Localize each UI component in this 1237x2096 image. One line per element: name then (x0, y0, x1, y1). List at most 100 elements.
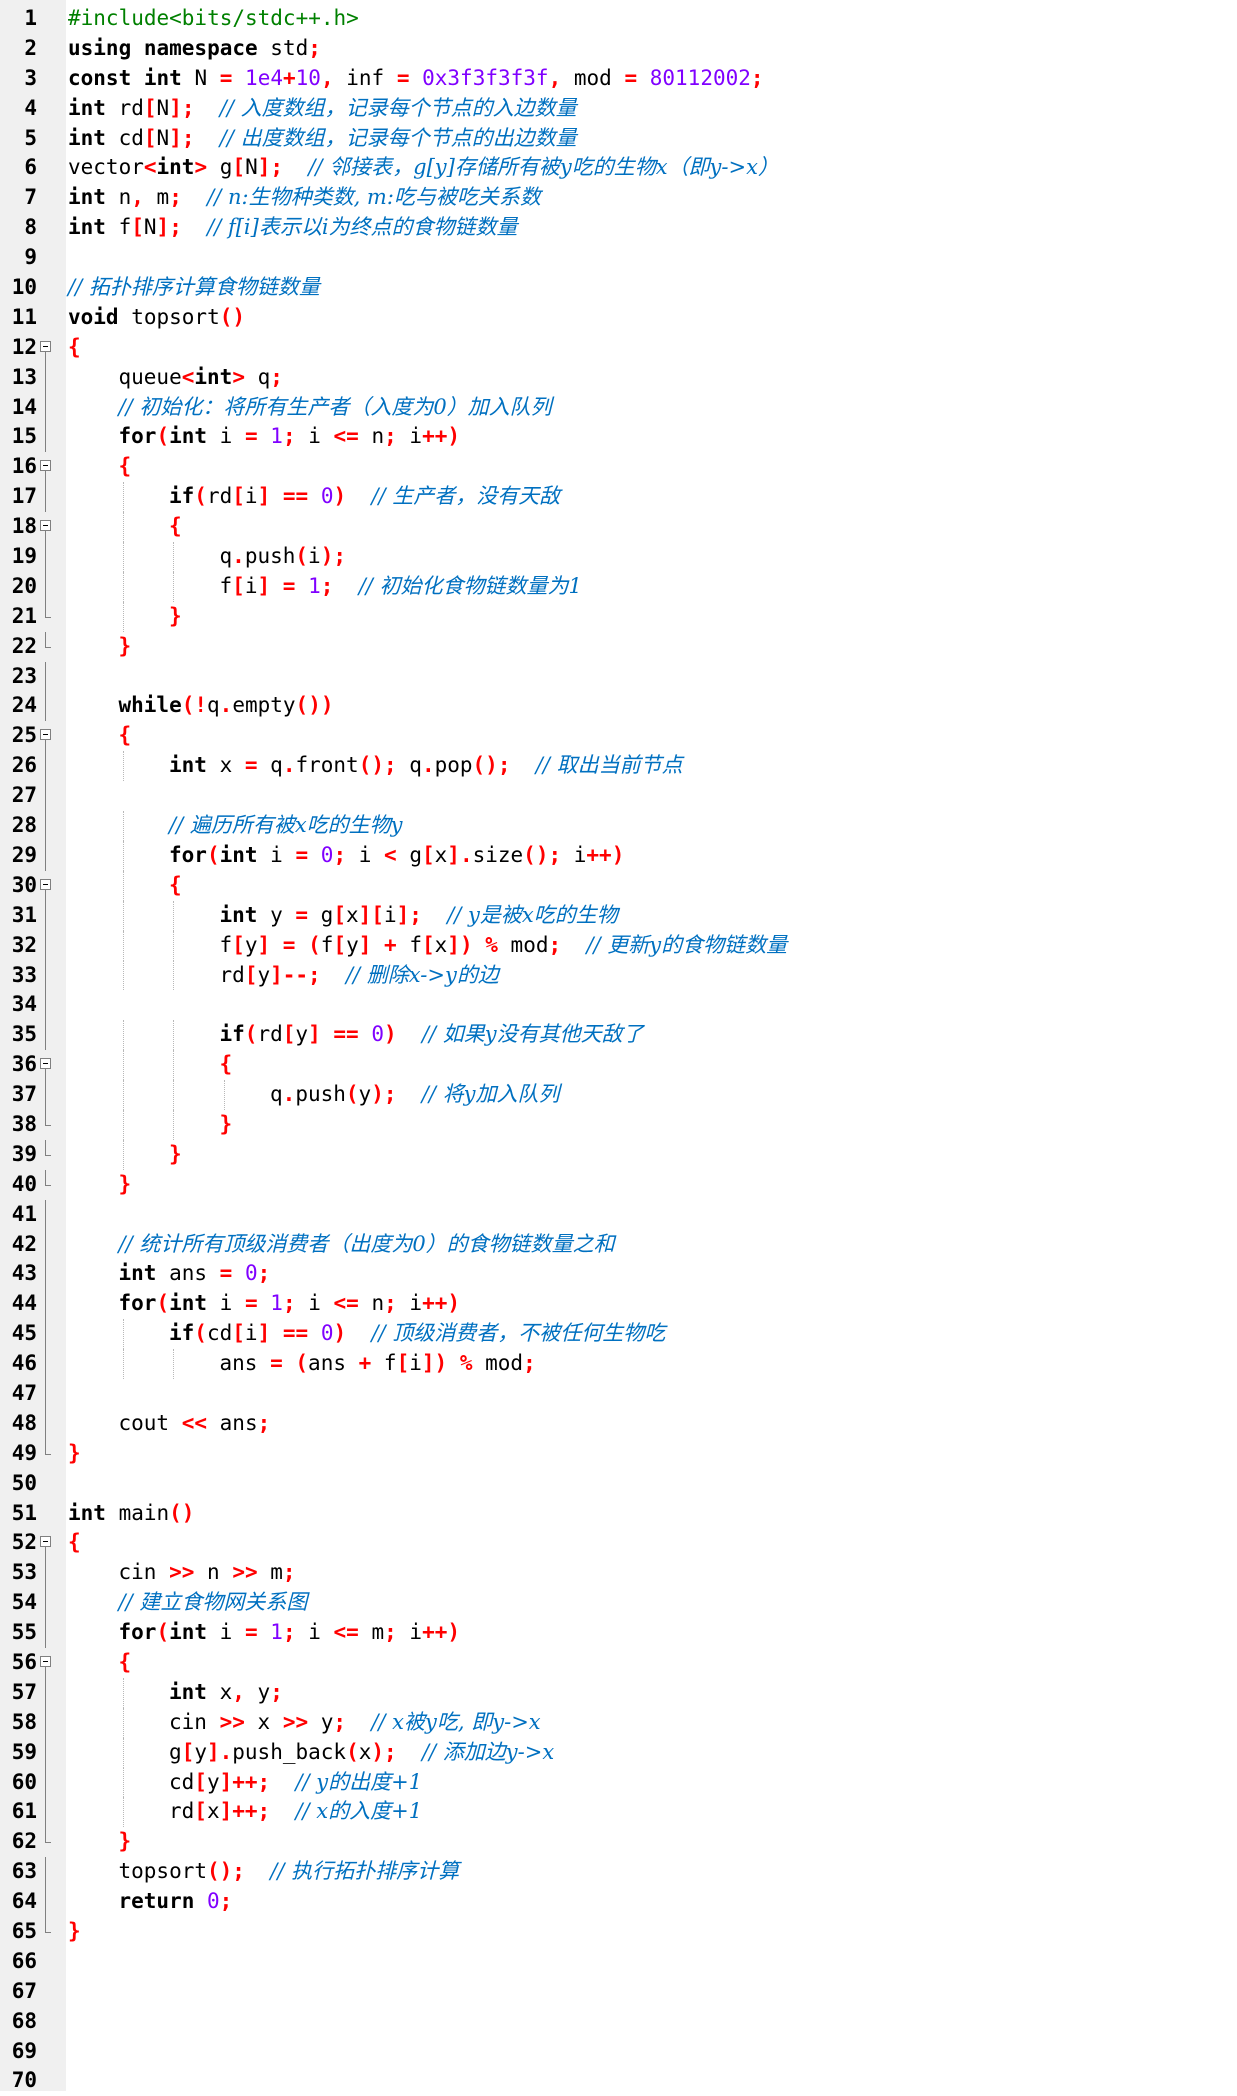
code-text: { (68, 333, 81, 363)
code-line[interactable]: 40} (0, 1169, 1237, 1200)
code-text: vector<int> g[N]; // 邻接表，g[y]存储所有被y吃的生物x… (68, 153, 779, 183)
code-line[interactable]: 7 int n, m; // n:生物种类数, m:吃与被吃关系数 (0, 183, 1237, 213)
code-line[interactable]: 10 // 拓扑排序计算食物链数量 (0, 273, 1237, 303)
fold-collapse-icon[interactable] (40, 1050, 54, 1081)
code-line[interactable]: 29 for(int i = 0; i < g[x].size(); i++) (0, 840, 1237, 871)
line-number: 67 (11, 1978, 37, 2003)
code-line[interactable]: 39} (0, 1139, 1237, 1170)
code-line[interactable]: 28 // 遍历所有被x吃的生物y (0, 811, 1237, 841)
code-line[interactable]: 14 // 初始化：将所有生产者（入度为0）加入队列 (0, 392, 1237, 423)
code-text: { (220, 1050, 233, 1080)
code-line[interactable]: 56 { (0, 1648, 1237, 1678)
code-line[interactable]: 60 cd[y]++; // y的出度+1 (0, 1767, 1237, 1798)
code-line[interactable]: 21} (0, 601, 1237, 632)
code-line[interactable]: 55 for(int i = 1; i <= m; i++) (0, 1618, 1237, 1648)
code-line[interactable]: 42 // 统计所有顶级消费者（出度为0）的食物链数量之和 (0, 1229, 1237, 1260)
code-token: = (270, 1351, 283, 1376)
fold-collapse-icon[interactable] (40, 452, 54, 483)
code-line[interactable]: 4 int rd[N]; // 入度数组，记录每个节点的入边数量 (0, 94, 1237, 124)
fold-collapse-icon[interactable] (40, 721, 54, 752)
code-token: ] (257, 1321, 271, 1346)
code-line[interactable]: 44 for(int i = 1; i <= n; i++) (0, 1289, 1237, 1320)
code-line[interactable]: 46 ans = (ans + f[i]) % mod; (0, 1349, 1237, 1379)
code-line[interactable]: 37 q.push(y); // 将y加入队列 (0, 1080, 1237, 1110)
line-number: 40 (11, 1171, 37, 1196)
code-line[interactable]: 32 f[y] = (f[y] + f[x]) % mod; // 更新y的食物链… (0, 930, 1237, 961)
fold-collapse-icon[interactable] (40, 871, 54, 901)
line-number: 65 (11, 1919, 37, 1943)
code-token: ) (333, 1321, 347, 1346)
code-line[interactable]: 63 topsort(); // 执行拓扑排序计算 (0, 1857, 1237, 1888)
code-line[interactable]: 58 cin >> x >> y; // x被y吃, 即y->x (0, 1707, 1237, 1738)
code-line[interactable]: 19 q.push(i); (0, 542, 1237, 572)
code-line[interactable]: 70 (0, 2066, 1237, 2096)
code-line[interactable]: 8 int f[N]; // f[i]表示以i为终点的食物链数量 (0, 213, 1237, 243)
code-line[interactable]: 36 { (0, 1050, 1237, 1081)
code-line[interactable]: 61 rd[x]++; // x的入度+1 (0, 1797, 1237, 1828)
code-line[interactable]: 33 rd[y]--; // 删除x->y的边 (0, 960, 1237, 991)
code-line[interactable]: 66 (0, 1947, 1237, 1977)
code-line[interactable]: 38} (0, 1109, 1237, 1140)
line-number: 37 (11, 1082, 37, 1107)
line-number: 5 (24, 125, 37, 150)
code-text: } (220, 1110, 233, 1140)
code-line[interactable]: 25 { (0, 721, 1237, 752)
code-line[interactable]: 9 (0, 243, 1237, 273)
code-line[interactable]: 3 const int N = 1e4+10, inf = 0x3f3f3f3f,… (0, 64, 1237, 94)
code-line[interactable]: 11 void topsort() (0, 303, 1237, 333)
fold-collapse-icon[interactable] (40, 512, 54, 543)
code-line[interactable]: 15 for(int i = 1; i <= n; i++) (0, 422, 1237, 453)
code-line[interactable]: 23 (0, 661, 1237, 692)
code-line[interactable]: 17 if(rd[i] == 0) // 生产者，没有天敌 (0, 482, 1237, 513)
code-line[interactable]: 20 f[i] = 1; // 初始化食物链数量为1 (0, 571, 1237, 602)
code-token: ; (270, 1679, 283, 1704)
code-line[interactable]: 51 int main() (0, 1499, 1237, 1529)
code-line[interactable]: 34 (0, 990, 1237, 1021)
code-line[interactable]: 12 { (0, 333, 1237, 363)
code-comment: // 执行拓扑排序计算 (270, 1859, 460, 1884)
code-line[interactable]: 16 { (0, 452, 1237, 483)
code-line[interactable]: 67 (0, 1977, 1237, 2007)
code-line[interactable]: 62} (0, 1827, 1237, 1857)
code-line[interactable]: 41 (0, 1199, 1237, 1230)
code-line[interactable]: 2 using namespace std; (0, 34, 1237, 64)
code-line[interactable]: 65} (0, 1917, 1237, 1947)
code-line[interactable]: 31 int y = g[x][i]; // y是被x吃的生物 (0, 900, 1237, 931)
code-line[interactable]: 49} (0, 1438, 1237, 1469)
line-number: 32 (11, 932, 37, 957)
code-line[interactable]: 69 (0, 2037, 1237, 2067)
fold-collapse-icon[interactable] (40, 1528, 54, 1559)
code-line[interactable]: 5 int cd[N]; // 出度数组，记录每个节点的出边数量 (0, 124, 1237, 154)
code-line[interactable]: 30 { (0, 870, 1237, 901)
code-line[interactable]: 45 if(cd[i] == 0) // 顶级消费者，不被任何生物吃 (0, 1319, 1237, 1350)
code-line[interactable]: 6 vector<int> g[N]; // 邻接表，g[y]存储所有被y吃的生物… (0, 153, 1237, 183)
fold-marker (40, 1080, 54, 1110)
code-line[interactable]: 18 { (0, 512, 1237, 543)
fold-collapse-icon[interactable] (40, 1648, 54, 1678)
code-line[interactable]: 35 if(rd[y] == 0) // 如果y没有其他天敌了 (0, 1020, 1237, 1051)
code-token: 0x3f3f3f3f (422, 65, 549, 90)
code-line[interactable]: 13 queue<int> q; (0, 362, 1237, 393)
code-line[interactable]: 24 while(!q.empty()) (0, 691, 1237, 722)
code-line[interactable]: 48 cout << ans; (0, 1408, 1237, 1439)
code-editor[interactable]: 1 #include<bits/stdc++.h> 2 using namespace… (0, 0, 1237, 2092)
code-line[interactable]: 26 int x = q.front(); q.pop(); // 取出当前节点 (0, 751, 1237, 782)
code-line[interactable]: 50 (0, 1469, 1237, 1499)
code-line[interactable]: 1 #include<bits/stdc++.h> (0, 4, 1237, 34)
code-line[interactable]: 57 int x, y; (0, 1677, 1237, 1708)
code-token: y (244, 1679, 271, 1704)
code-line[interactable]: 64 return 0; (0, 1887, 1237, 1917)
code-line[interactable]: 22} (0, 631, 1237, 662)
code-line[interactable]: 43 int ans = 0; (0, 1259, 1237, 1290)
fold-marker (40, 1827, 54, 1857)
code-line[interactable]: 68 (0, 2007, 1237, 2037)
code-line[interactable]: 47 (0, 1378, 1237, 1409)
code-line[interactable]: 54 // 建立食物网关系图 (0, 1588, 1237, 1619)
code-token: == (282, 1321, 309, 1346)
code-line[interactable]: 27 (0, 781, 1237, 812)
code-line[interactable]: 53 cin >> n >> m; (0, 1558, 1237, 1589)
code-line[interactable]: 59 g[y].push_back(x); // 添加边y->x (0, 1737, 1237, 1768)
fold-collapse-icon[interactable] (40, 333, 54, 363)
indent-guide (122, 1349, 124, 1379)
code-line[interactable]: 52 { (0, 1528, 1237, 1559)
